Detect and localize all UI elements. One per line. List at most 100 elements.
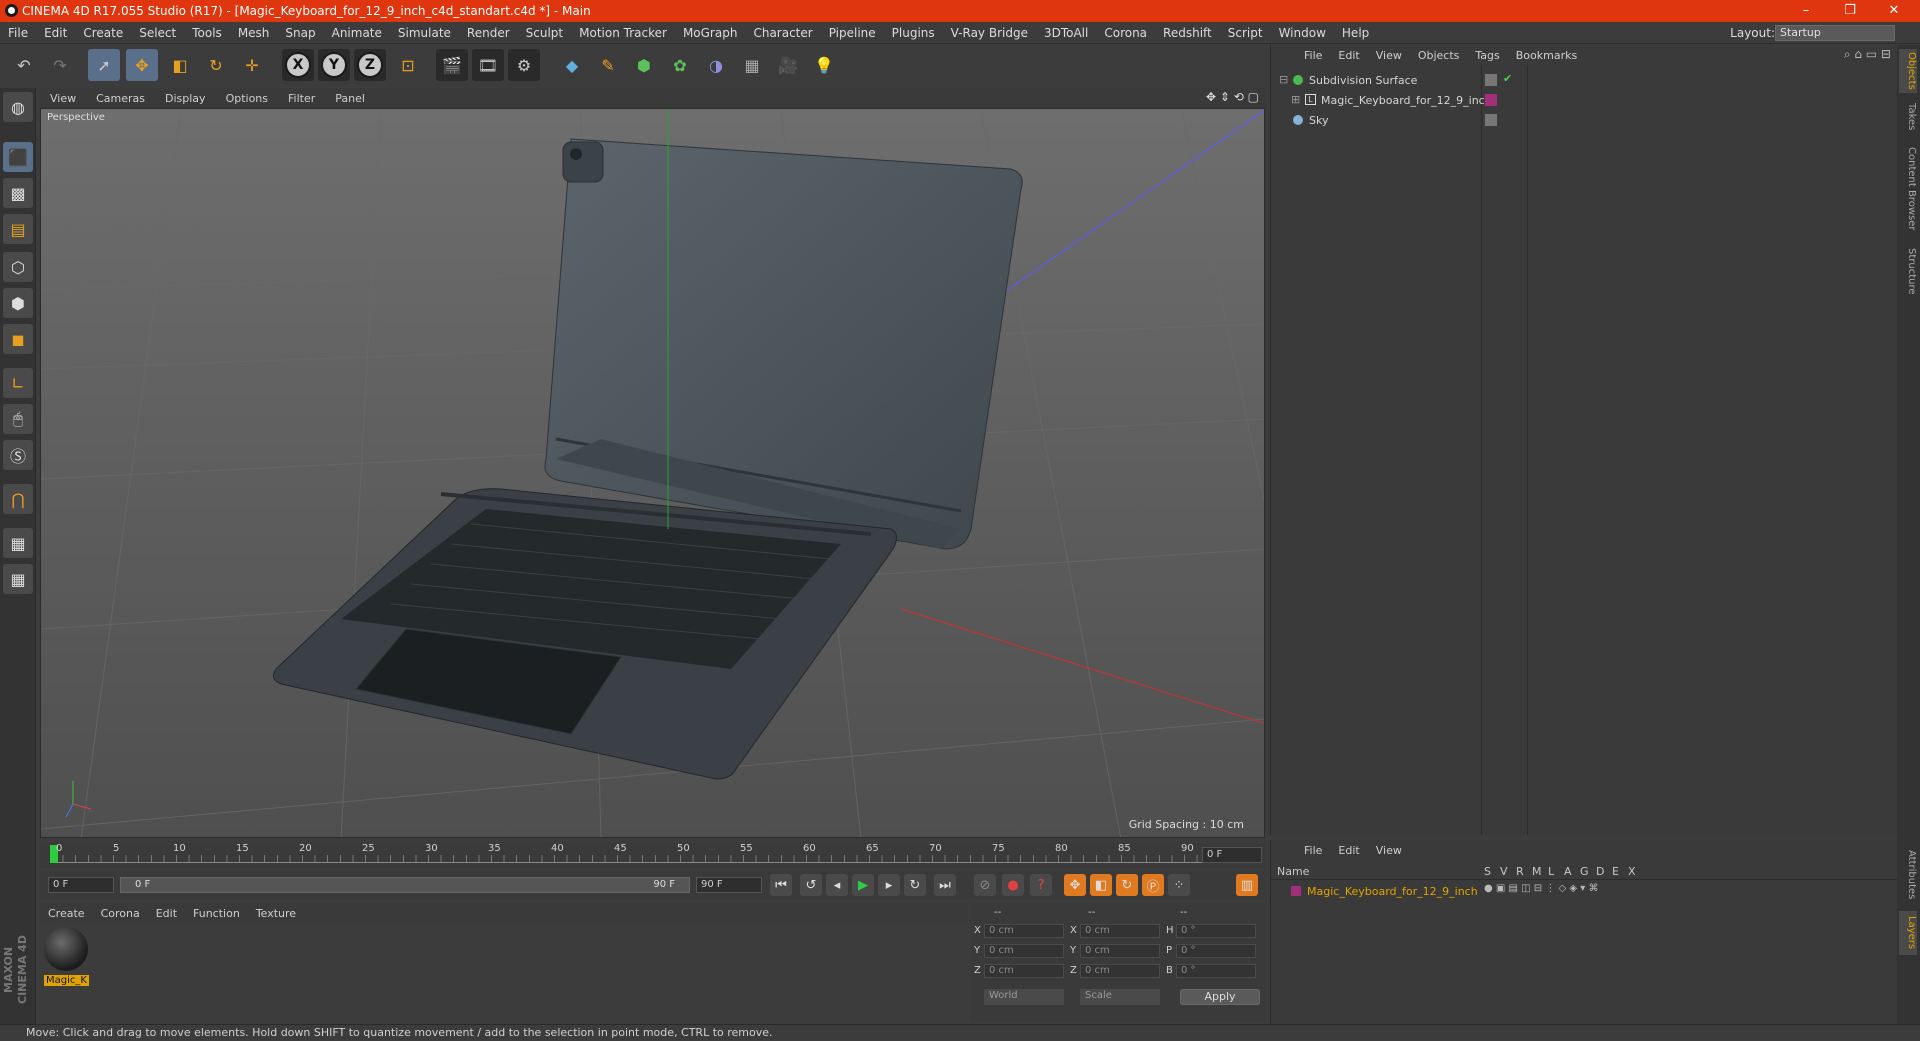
layer-menu-file[interactable]: File	[1296, 844, 1330, 857]
key-point-level-icon[interactable]: ⁘	[1168, 874, 1190, 896]
menu-plugins[interactable]: Plugins	[884, 26, 943, 40]
go-to-end-icon[interactable]: ⏭	[934, 874, 956, 896]
layer-name[interactable]: Magic_Keyboard_for_12_9_inch	[1307, 885, 1478, 898]
floor-icon[interactable]: ▦	[736, 49, 768, 81]
layer-tag-icon[interactable]	[1485, 114, 1497, 126]
tweak-mode-icon[interactable]: 🖱	[3, 404, 33, 434]
object-menu-tags[interactable]: Tags	[1467, 49, 1507, 62]
menu-snap[interactable]: Snap	[277, 26, 323, 40]
menu-sculpt[interactable]: Sculpt	[518, 26, 571, 40]
menu-mesh[interactable]: Mesh	[230, 26, 278, 40]
snap-icon[interactable]: Ⓢ	[3, 440, 33, 470]
viewport-menu-display[interactable]: Display	[155, 92, 216, 105]
viewport-navigation-icons[interactable]: ✥ ⇕ ⟲ ▢	[1206, 90, 1259, 104]
tab-attributes[interactable]: Attributes	[1899, 845, 1917, 905]
position-z-field[interactable]: 0 cm	[984, 964, 1064, 978]
object-row-magic-keyboard[interactable]: ⊞ L Magic_Keyboard_for_12_9_inch	[1271, 92, 1897, 110]
texture-mode-icon[interactable]: ▩	[3, 178, 33, 208]
autokey-icon[interactable]: ?	[1030, 874, 1052, 896]
model-mode-icon[interactable]: ⬛	[3, 142, 33, 172]
tab-layers[interactable]: Layers	[1899, 911, 1917, 955]
record-active-icon[interactable]: ●	[1002, 874, 1024, 896]
menu-pipeline[interactable]: Pipeline	[821, 26, 884, 40]
previous-key-icon[interactable]: ↺	[800, 874, 822, 896]
size-y-field[interactable]: 0 cm	[1080, 944, 1160, 958]
subdivision-surface-icon[interactable]: ⬢	[628, 49, 660, 81]
rotate-tool-icon[interactable]: ↻	[200, 49, 232, 81]
object-menu-file[interactable]: File	[1296, 49, 1330, 62]
menu-create[interactable]: Create	[75, 26, 131, 40]
object-row-sky[interactable]: Sky	[1271, 112, 1897, 130]
end-frame-field[interactable]: 90 F	[696, 877, 762, 893]
menu-3dtoall[interactable]: 3DToAll	[1036, 26, 1096, 40]
expand-toggle-icon[interactable]: ⊞	[1291, 93, 1300, 106]
play-icon[interactable]: ▶	[852, 874, 874, 896]
timeline-layout-icon[interactable]: ▥	[1236, 874, 1258, 896]
tab-objects[interactable]: Objects	[1899, 49, 1917, 93]
object-menu-edit[interactable]: Edit	[1330, 49, 1367, 62]
material-preview-sphere[interactable]	[44, 927, 88, 971]
next-frame-icon[interactable]: ▸	[878, 874, 900, 896]
layer-toggle-icons[interactable]: ● ▣ ▤ ◫ ⊟ ⋮ ◇ ◈ ▾ ⌘	[1484, 883, 1598, 894]
pen-spline-icon[interactable]: ✎	[592, 49, 624, 81]
perspective-viewport[interactable]: Perspective Grid Spacing : 10 cm	[40, 108, 1265, 838]
material-menu-texture[interactable]: Texture	[248, 907, 304, 920]
layer-tag-icon[interactable]	[1485, 74, 1497, 86]
menu-file[interactable]: File	[0, 26, 36, 40]
workplane-mode-icon[interactable]: ▤	[3, 214, 33, 244]
world-dropdown[interactable]: World	[984, 989, 1064, 1005]
rotation-p-field[interactable]: 0 °	[1176, 944, 1256, 958]
go-to-start-icon[interactable]: ⏮	[770, 874, 792, 896]
close-button[interactable]: ✕	[1872, 0, 1916, 22]
viewport-menu-panel[interactable]: Panel	[325, 92, 375, 105]
magnet-icon[interactable]: ⋂	[3, 484, 33, 514]
polygons-mode-icon[interactable]: ◼	[3, 324, 33, 354]
object-menu-bookmarks[interactable]: Bookmarks	[1508, 49, 1585, 62]
coordinate-system-icon[interactable]: ⊡	[392, 49, 424, 81]
layout-select[interactable]: Startup	[1775, 25, 1895, 41]
object-menu-view[interactable]: View	[1368, 49, 1410, 62]
rotation-h-field[interactable]: 0 °	[1176, 924, 1256, 938]
previous-frame-icon[interactable]: ◂	[826, 874, 848, 896]
timeline-ruler[interactable]: 0 5 10 15 20 25 30 35 40 45 50 55 60 65 …	[40, 843, 1265, 868]
render-view-icon[interactable]: 🎬	[436, 49, 468, 81]
tab-content-browser[interactable]: Content Browser	[1899, 141, 1917, 237]
frame-range-slider[interactable]: 0 F 90 F	[120, 877, 690, 893]
menu-window[interactable]: Window	[1271, 26, 1334, 40]
viewport-menu-options[interactable]: Options	[216, 92, 278, 105]
next-key-icon[interactable]: ↻	[904, 874, 926, 896]
viewport-menu-cameras[interactable]: Cameras	[86, 92, 155, 105]
material-menu-function[interactable]: Function	[185, 907, 248, 920]
start-frame-field[interactable]: 0 F	[48, 877, 114, 893]
render-settings-icon[interactable]: ⚙	[508, 49, 540, 81]
tab-takes[interactable]: Takes	[1899, 99, 1917, 135]
menu-corona[interactable]: Corona	[1096, 26, 1155, 40]
axis-mode-icon[interactable]: ∟	[3, 368, 33, 398]
menu-redshift[interactable]: Redshift	[1155, 26, 1220, 40]
viewport-menu-filter[interactable]: Filter	[278, 92, 325, 105]
transform-tool-icon[interactable]: ✛	[236, 49, 268, 81]
menu-help[interactable]: Help	[1334, 26, 1377, 40]
z-axis-lock-icon[interactable]: Z	[354, 49, 386, 81]
minimize-button[interactable]: –	[1784, 0, 1828, 22]
position-y-field[interactable]: 0 cm	[984, 944, 1064, 958]
camera-icon[interactable]: 🎥	[772, 49, 804, 81]
material-name-label[interactable]: Magic_K	[44, 975, 89, 986]
x-axis-lock-icon[interactable]: X	[282, 49, 314, 81]
layer-menu-edit[interactable]: Edit	[1330, 844, 1367, 857]
menu-motion-tracker[interactable]: Motion Tracker	[571, 26, 675, 40]
position-x-field[interactable]: 0 cm	[984, 924, 1064, 938]
lock-workplane-icon[interactable]: ▦	[3, 528, 33, 558]
object-menu-objects[interactable]: Objects	[1410, 49, 1468, 62]
layer-color-icon[interactable]	[1485, 94, 1497, 106]
scale-dropdown[interactable]: Scale	[1080, 989, 1160, 1005]
key-rotation-icon[interactable]: ↻	[1116, 874, 1138, 896]
object-row-subdivision-surface[interactable]: ⊟ Subdivision Surface ✔	[1271, 72, 1897, 90]
keyframe-selection-icon[interactable]: ⊘	[974, 874, 996, 896]
render-picture-viewer-icon[interactable]: 🎞	[472, 49, 504, 81]
key-scale-icon[interactable]: ◧	[1090, 874, 1112, 896]
tab-structure[interactable]: Structure	[1899, 243, 1917, 299]
viewport-menu-view[interactable]: View	[40, 92, 86, 105]
redo-icon[interactable]: ↷	[44, 49, 76, 81]
menu-script[interactable]: Script	[1220, 26, 1271, 40]
